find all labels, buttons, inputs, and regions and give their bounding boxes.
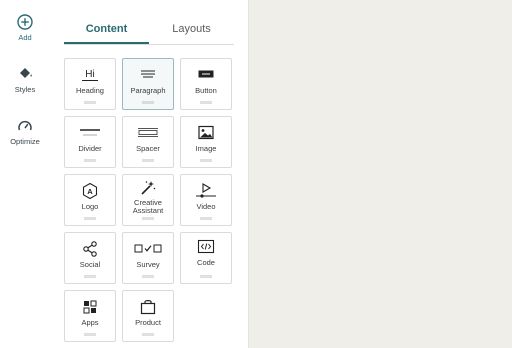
- logo-icon: A: [65, 183, 115, 199]
- editor-canvas[interactable]: [249, 0, 512, 348]
- block-label: Divider: [78, 144, 102, 153]
- button-block[interactable]: Button: [180, 58, 232, 110]
- paragraph-block[interactable]: Paragraph: [122, 58, 174, 110]
- apps-icon: [65, 299, 115, 315]
- block-label: Social: [79, 260, 101, 269]
- block-label: Image: [195, 144, 217, 153]
- gauge-icon: [18, 120, 32, 131]
- drag-handle-icon[interactable]: [200, 217, 212, 220]
- drag-handle-icon[interactable]: [142, 101, 154, 104]
- block-label: Code: [197, 258, 215, 267]
- block-label: Button: [195, 86, 217, 95]
- video-icon: [181, 183, 231, 199]
- tab-content[interactable]: Content: [64, 18, 149, 44]
- drag-handle-icon[interactable]: [142, 159, 154, 162]
- block-label: Spacer: [136, 144, 160, 153]
- share-icon: [65, 241, 115, 257]
- drag-handle-icon[interactable]: [142, 217, 154, 220]
- drag-handle-icon[interactable]: [200, 101, 212, 104]
- content-block-grid: Hi Heading Paragraph Button Divider Spac…: [64, 58, 236, 342]
- block-label: Video: [196, 202, 216, 211]
- add-nav-item[interactable]: Add: [0, 14, 50, 42]
- spacer-block[interactable]: Spacer: [122, 116, 174, 168]
- drag-handle-icon[interactable]: [142, 333, 154, 336]
- paint-bucket-icon: [20, 68, 32, 78]
- styles-label: Styles: [14, 85, 36, 94]
- product-block[interactable]: Product: [122, 290, 174, 342]
- social-block[interactable]: Social: [64, 232, 116, 284]
- drag-handle-icon[interactable]: [200, 159, 212, 162]
- block-label: Logo: [81, 202, 99, 211]
- survey-icon: [123, 241, 173, 257]
- heading-block[interactable]: Hi Heading: [64, 58, 116, 110]
- svg-text:Hi: Hi: [85, 69, 94, 80]
- svg-text:A: A: [87, 187, 93, 196]
- drag-handle-icon[interactable]: [84, 275, 96, 278]
- shopping-bag-icon: [123, 299, 173, 315]
- block-label: Apps: [81, 318, 99, 327]
- image-icon: [181, 125, 231, 141]
- button-icon: [181, 67, 231, 83]
- divider-icon: [65, 125, 115, 141]
- paragraph-icon: [123, 67, 173, 83]
- video-block[interactable]: Video: [180, 174, 232, 226]
- code-icon: [181, 239, 231, 255]
- content-panel: Content Layouts Hi Heading Paragraph But…: [50, 0, 249, 348]
- block-label: Paragraph: [130, 86, 166, 95]
- magic-wand-icon: [123, 180, 173, 196]
- apps-block[interactable]: Apps: [64, 290, 116, 342]
- divider-block[interactable]: Divider: [64, 116, 116, 168]
- optimize-label: Optimize: [10, 137, 40, 146]
- block-label: Creative Assistant: [132, 198, 164, 215]
- drag-handle-icon[interactable]: [84, 159, 96, 162]
- drag-handle-icon[interactable]: [84, 217, 96, 220]
- code-block[interactable]: Code: [180, 232, 232, 284]
- spacer-icon: [123, 125, 173, 141]
- heading-icon: Hi: [65, 67, 115, 83]
- optimize-nav-item[interactable]: Optimize: [0, 118, 50, 146]
- drag-handle-icon[interactable]: [84, 101, 96, 104]
- add-label: Add: [18, 33, 32, 42]
- add-circle-icon: [17, 14, 33, 30]
- image-block[interactable]: Image: [180, 116, 232, 168]
- block-label: Survey: [136, 260, 160, 269]
- drag-handle-icon[interactable]: [84, 333, 96, 336]
- survey-block[interactable]: Survey: [122, 232, 174, 284]
- creative-assistant-block[interactable]: Creative Assistant: [122, 174, 174, 226]
- logo-block[interactable]: A Logo: [64, 174, 116, 226]
- drag-handle-icon[interactable]: [142, 275, 154, 278]
- block-label: Product: [135, 318, 161, 327]
- drag-handle-icon[interactable]: [200, 275, 212, 278]
- styles-nav-item[interactable]: Styles: [0, 66, 50, 94]
- panel-tabs: Content Layouts: [64, 18, 234, 45]
- tab-layouts[interactable]: Layouts: [149, 18, 234, 43]
- block-label: Heading: [76, 86, 104, 95]
- left-rail: Add Styles Optimize: [0, 0, 51, 348]
